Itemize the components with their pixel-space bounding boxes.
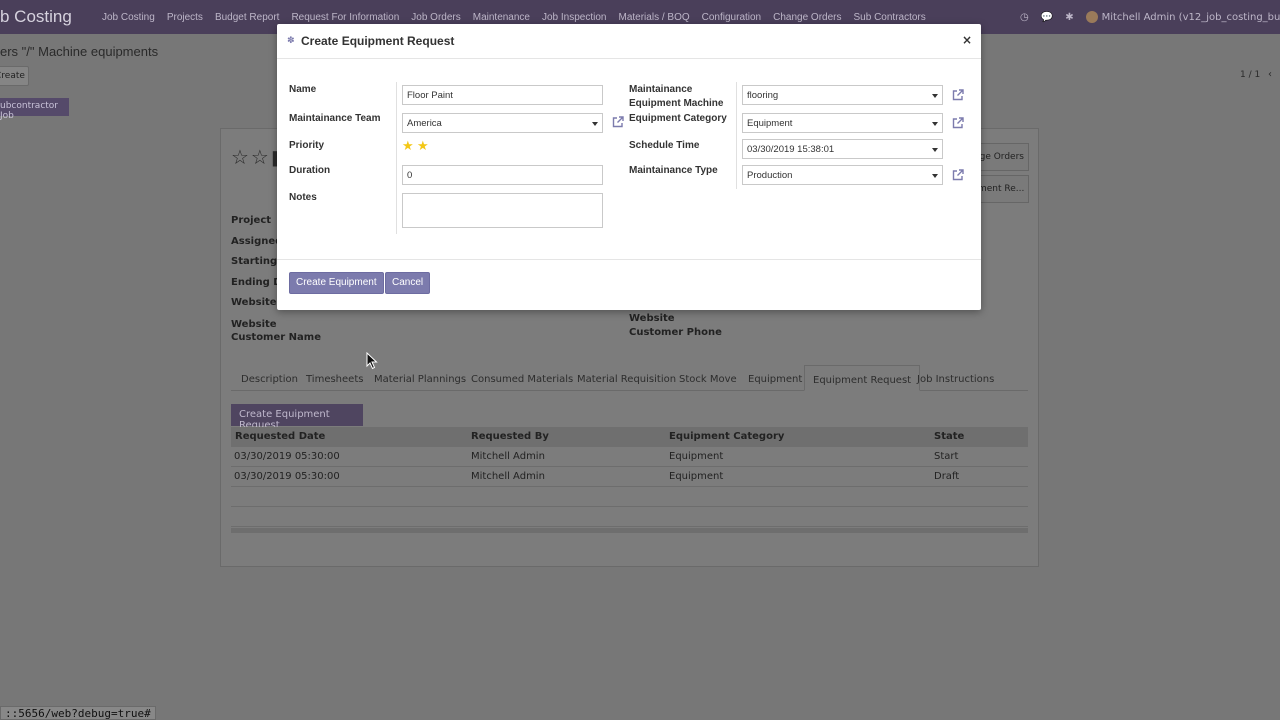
cell-requested-date: 03/30/2019 05:30:00: [234, 451, 340, 462]
user-name: Mitchell Admin (v12_job_costing_bund: [1101, 12, 1280, 23]
tab-equipment[interactable]: Equipment: [748, 374, 802, 385]
menu-materials-boq[interactable]: Materials / BOQ: [619, 12, 690, 23]
tab-material-plannings[interactable]: Material Plannings: [374, 374, 466, 385]
dialog-header: ✽ Create Equipment Request ×: [277, 24, 981, 59]
breadcrumb[interactable]: ers "/" Machine equipments: [0, 44, 158, 59]
menu-budget-report[interactable]: Budget Report: [215, 12, 280, 23]
tab-stock-move[interactable]: Stock Move: [679, 374, 737, 385]
equipment-category-select[interactable]: Equipment: [742, 113, 943, 133]
status-bar-url: ::5656/web?debug=true#: [0, 706, 156, 720]
user-menu[interactable]: Mitchell Admin (v12_job_costing_bund: [1085, 11, 1280, 23]
tab-description[interactable]: Description: [241, 374, 298, 385]
table-header: Requested Date Requested By Equipment Ca…: [231, 427, 1028, 447]
maintenance-type-label: Maintainance Type: [629, 165, 718, 176]
menu-change-orders[interactable]: Change Orders: [773, 12, 841, 23]
cell-requested-by: Mitchell Admin: [471, 451, 545, 462]
create-button[interactable]: Create: [0, 66, 29, 86]
cell-equipment-category: Equipment: [669, 451, 724, 462]
menu-configuration[interactable]: Configuration: [702, 12, 761, 23]
external-link-icon[interactable]: [611, 115, 625, 129]
cancel-button[interactable]: Cancel: [385, 272, 431, 294]
create-equipment-button[interactable]: Create Equipment: [289, 272, 384, 294]
col-requested-date[interactable]: Requested Date: [235, 431, 325, 442]
external-link-icon[interactable]: [951, 168, 965, 182]
assigned-label: Assigned T: [231, 236, 279, 247]
chat-icon[interactable]: 💬: [1041, 12, 1053, 23]
table-row[interactable]: 03/30/2019 05:30:00 Mitchell Admin Equip…: [231, 447, 1028, 467]
cell-state: Start: [934, 451, 959, 462]
ending-date-label: Ending Da: [231, 277, 279, 288]
subcontractor-job-button[interactable]: ubcontractor Job: [0, 98, 69, 121]
menu-job-inspection[interactable]: Job Inspection: [542, 12, 607, 23]
menu-projects[interactable]: Projects: [167, 12, 203, 23]
star-icon[interactable]: ★: [402, 139, 414, 154]
name-input[interactable]: Floor Paint: [402, 85, 603, 105]
website-customer-phone-label: Website Customer Phone: [629, 313, 722, 338]
pager-value: 1 / 1: [1240, 70, 1261, 80]
name-label: Name: [289, 84, 317, 95]
dialog-footer: Create Equipment Cancel: [277, 259, 981, 310]
equipment-request-table: Requested Date Requested By Equipment Ca…: [231, 427, 1028, 533]
duration-label: Duration: [289, 165, 331, 176]
external-link-icon[interactable]: [951, 88, 965, 102]
external-link-icon[interactable]: [951, 116, 965, 130]
create-equipment-request-button[interactable]: Create Equipment Request: [231, 404, 363, 431]
priority-label: Priority: [289, 140, 325, 151]
cell-state: Draft: [934, 471, 960, 482]
create-equipment-request-dialog: ✽ Create Equipment Request × Name Mainta…: [277, 24, 981, 310]
close-icon[interactable]: ×: [962, 33, 972, 47]
equipment-category-label: Equipment Category: [629, 113, 727, 124]
website-customer-name-label: Website Customer Name: [231, 319, 321, 343]
activity-icon[interactable]: ✱: [1065, 12, 1073, 23]
starting-date-label: Starting Da: [231, 256, 279, 267]
app-brand[interactable]: b Costing: [0, 7, 72, 27]
mouse-cursor-icon: [366, 352, 378, 370]
cell-requested-date: 03/30/2019 05:30:00: [234, 471, 340, 482]
main-menu: Job Costing Projects Budget Report Reque…: [102, 12, 938, 23]
tab-equipment-request[interactable]: Equipment Request: [804, 365, 921, 391]
left-column-divider: [396, 82, 397, 234]
right-column-divider: [736, 82, 737, 189]
priority-stars-bg[interactable]: ☆☆▮: [231, 145, 284, 169]
avatar: [1085, 11, 1098, 23]
col-equipment-category[interactable]: Equipment Category: [669, 431, 784, 442]
website-c-label: Website C: [231, 297, 279, 308]
maintenance-machine-select[interactable]: flooring: [742, 85, 943, 105]
table-empty-row: [231, 487, 1028, 507]
menu-job-orders[interactable]: Job Orders: [411, 12, 460, 23]
maintenance-equipment-machine-label: Maintainance Equipment Machine: [629, 84, 724, 109]
tab-job-instructions[interactable]: Job Instructions: [917, 374, 994, 385]
form-tabs: Description Timesheets Material Planning…: [231, 365, 1028, 391]
bug-icon[interactable]: ✽: [287, 36, 295, 46]
navbar-systray: ◷ 💬 ✱ Mitchell Admin (v12_job_costing_bu…: [1020, 11, 1280, 23]
col-requested-by[interactable]: Requested By: [471, 431, 549, 442]
maintenance-type-select[interactable]: Production: [742, 165, 943, 185]
project-label: Project: [231, 215, 272, 226]
schedule-time-label: Schedule Time: [629, 140, 700, 151]
clock-icon[interactable]: ◷: [1020, 12, 1029, 23]
cell-requested-by: Mitchell Admin: [471, 471, 545, 482]
schedule-time-input[interactable]: 03/30/2019 15:38:01: [742, 139, 943, 159]
dialog-title: Create Equipment Request: [301, 34, 455, 48]
menu-maintenance[interactable]: Maintenance: [473, 12, 530, 23]
col-state[interactable]: State: [934, 431, 964, 442]
cell-equipment-category: Equipment: [669, 471, 724, 482]
notes-textarea[interactable]: [402, 193, 603, 228]
duration-input[interactable]: 0: [402, 165, 603, 185]
tab-material-requisition[interactable]: Material Requisition: [577, 374, 676, 385]
menu-sub-contractors[interactable]: Sub Contractors: [854, 12, 926, 23]
tab-consumed-materials[interactable]: Consumed Materials: [471, 374, 573, 385]
table-scrollbar[interactable]: [231, 528, 1028, 533]
table-row[interactable]: 03/30/2019 05:30:00 Mitchell Admin Equip…: [231, 467, 1028, 487]
menu-request-for-information[interactable]: Request For Information: [291, 12, 399, 23]
chevron-left-icon[interactable]: ‹: [1268, 69, 1272, 80]
menu-job-costing[interactable]: Job Costing: [102, 12, 155, 23]
star-icon[interactable]: ★: [417, 139, 429, 154]
maintenance-team-select[interactable]: America: [402, 113, 603, 133]
table-empty-row: [231, 507, 1028, 527]
notes-label: Notes: [289, 192, 317, 203]
maintenance-team-label: Maintainance Team: [289, 113, 381, 124]
tab-timesheets[interactable]: Timesheets: [306, 374, 363, 385]
